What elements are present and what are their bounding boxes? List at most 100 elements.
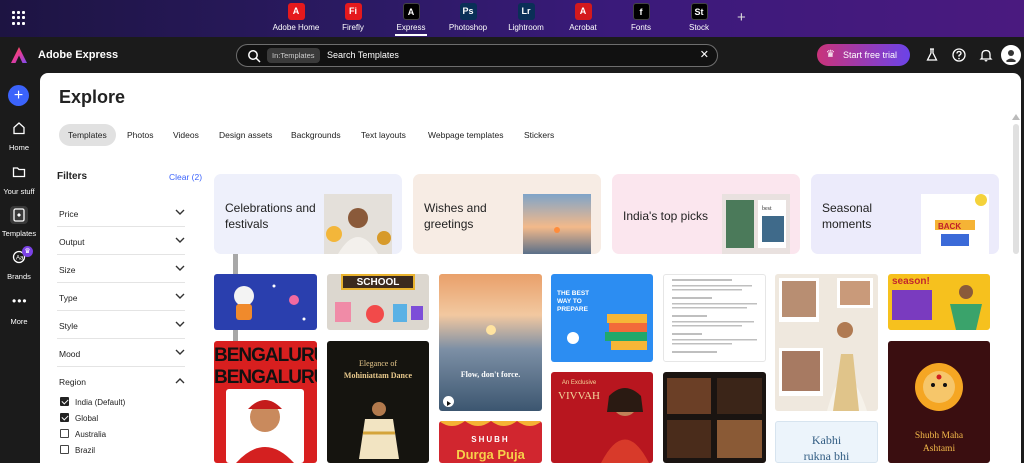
app-label: Stock	[688, 23, 709, 32]
template-card-season[interactable]: season!	[888, 274, 990, 330]
filter-output[interactable]: Output	[57, 227, 185, 255]
create-new-button[interactable]: +	[8, 85, 29, 106]
folder-icon	[12, 167, 26, 178]
app-stock[interactable]: St Stock	[669, 3, 729, 32]
clear-filters-link[interactable]: Clear (2)	[169, 172, 202, 182]
page-scrollbar[interactable]	[1012, 114, 1020, 463]
nav-templates[interactable]: Templates	[0, 206, 38, 238]
chevron-up-icon[interactable]	[175, 377, 185, 384]
filter-price[interactable]: Price	[57, 199, 185, 227]
filter-type[interactable]: Type	[57, 283, 185, 311]
app-firefly[interactable]: Fi Firefly	[323, 3, 383, 32]
chevron-down-icon[interactable]	[175, 349, 185, 356]
template-card-flow[interactable]: Flow, don't force.	[439, 274, 542, 411]
template-card-kabhi[interactable]: Kabhi rukna bhi	[775, 421, 878, 463]
nav-home[interactable]: Home	[0, 121, 38, 152]
region-option-brazil[interactable]: Brazil	[60, 445, 95, 455]
kabhi-line-1: Kabhi	[811, 433, 842, 447]
tab-design-assets[interactable]: Design assets	[210, 124, 281, 146]
filter-size[interactable]: Size	[57, 255, 185, 283]
page-title: Explore	[59, 87, 126, 107]
start-free-trial-button[interactable]: ♛ Start free trial	[817, 44, 910, 66]
add-app-icon[interactable]: +	[737, 9, 746, 26]
premium-crown-icon: ♛	[22, 246, 33, 257]
avatar[interactable]	[1001, 45, 1021, 65]
search-scope-chip[interactable]: In:Templates	[267, 48, 320, 63]
category-card[interactable]: Wishes and greetings	[413, 174, 601, 254]
labs-flask-icon[interactable]	[925, 48, 939, 62]
app-lightroom[interactable]: Lr Lightroom	[496, 3, 556, 32]
region-option-australia[interactable]: Australia	[60, 429, 106, 439]
app-acrobat[interactable]: A Acrobat	[553, 3, 613, 32]
school-supplies-illustration	[335, 302, 423, 323]
template-card-music[interactable]	[663, 372, 766, 463]
region-option-global[interactable]: Global	[60, 413, 98, 423]
checkbox[interactable]	[60, 397, 69, 406]
dancer-figure-illustration	[892, 285, 982, 330]
chevron-down-icon[interactable]	[175, 237, 185, 244]
page-scroll-thumb[interactable]	[1013, 124, 1019, 254]
stock-icon: St	[690, 3, 708, 20]
category-title-line-2: moments	[822, 217, 872, 231]
tab-videos[interactable]: Videos	[164, 124, 208, 146]
template-card-school[interactable]: SCHOOL	[327, 274, 429, 330]
chevron-down-icon[interactable]	[175, 293, 185, 300]
filter-region[interactable]: Region	[57, 367, 185, 395]
category-card[interactable]: India's top picks best	[612, 174, 800, 254]
category-card[interactable]: Seasonal moments BACK	[811, 174, 999, 254]
filter-label: Style	[59, 321, 78, 331]
template-card-ashtami[interactable]: Shubh Maha Ashtami	[888, 341, 990, 463]
category-thumbnail: BACK	[921, 194, 989, 254]
filter-label: Size	[59, 265, 76, 275]
app-express[interactable]: A Express	[381, 3, 441, 36]
svg-text:Aa: Aa	[16, 256, 24, 262]
app-adobe-home[interactable]: A Adobe Home	[266, 3, 326, 32]
filter-style[interactable]: Style	[57, 311, 185, 339]
chevron-down-icon[interactable]	[175, 265, 185, 272]
tab-stickers[interactable]: Stickers	[515, 124, 563, 146]
clear-search-icon[interactable]: ✕	[700, 48, 709, 61]
nav-more[interactable]: ••• More	[0, 295, 38, 326]
template-card-astronaut[interactable]	[214, 274, 317, 330]
template-card-exams[interactable]: THE BEST WAY TO PREPARE	[551, 274, 653, 362]
help-icon[interactable]	[952, 48, 966, 62]
tab-backgrounds[interactable]: Backgrounds	[282, 124, 350, 146]
search-bar[interactable]: In:Templates Search Templates ✕	[236, 44, 718, 67]
checkbox[interactable]	[60, 429, 69, 438]
page-scroll-up-icon[interactable]	[1012, 114, 1020, 120]
search-input[interactable]: Search Templates	[327, 50, 399, 60]
tab-text-layouts[interactable]: Text layouts	[352, 124, 415, 146]
app-grid-icon[interactable]	[12, 11, 26, 25]
notifications-bell-icon[interactable]	[979, 48, 993, 62]
category-thumbnail	[324, 194, 392, 254]
nav-home-label: Home	[8, 143, 29, 152]
play-button-icon[interactable]	[443, 396, 454, 407]
template-card-bengaluru[interactable]: BENGALURU BENGALURU	[214, 341, 317, 463]
chevron-down-icon[interactable]	[175, 209, 185, 216]
template-card-mohiniattam[interactable]: Elegance of Mohiniattam Dance	[327, 341, 429, 463]
app-fonts[interactable]: f Fonts	[611, 3, 671, 32]
nav-brands[interactable]: Aa ♛ Brands	[0, 246, 38, 281]
tab-photos[interactable]: Photos	[118, 124, 162, 146]
template-card-durga-puja[interactable]: SHUBH Durga Puja	[439, 421, 542, 463]
template-card-resume[interactable]	[663, 274, 766, 362]
filter-mood[interactable]: Mood	[57, 339, 185, 367]
tab-webpage-templates[interactable]: Webpage templates	[419, 124, 512, 146]
checkbox[interactable]	[60, 445, 69, 454]
category-card[interactable]: Celebrations and festivals	[214, 174, 402, 254]
nav-your-stuff[interactable]: Your stuff	[0, 165, 38, 196]
main-content: Explore Templates Photos Videos Design asse…	[40, 73, 1021, 463]
adobe-express-logo-icon[interactable]	[10, 46, 28, 64]
template-card-couple[interactable]	[775, 274, 878, 411]
document-lines	[672, 279, 757, 353]
region-option-india-default[interactable]: India (Default)	[60, 397, 125, 407]
template-card-vivvah[interactable]: An Exclusive VIVVAH	[551, 372, 653, 463]
category-title-line-2: festivals	[225, 217, 269, 231]
chevron-down-icon[interactable]	[175, 321, 185, 328]
tab-templates[interactable]: Templates	[59, 124, 116, 146]
app-photoshop[interactable]: Ps Photoshop	[438, 3, 498, 32]
checkbox[interactable]	[60, 413, 69, 422]
category-title-line-2: greetings	[424, 217, 474, 231]
nav-your-stuff-label: Your stuff	[3, 187, 35, 196]
nav-templates-label: Templates	[1, 229, 37, 238]
